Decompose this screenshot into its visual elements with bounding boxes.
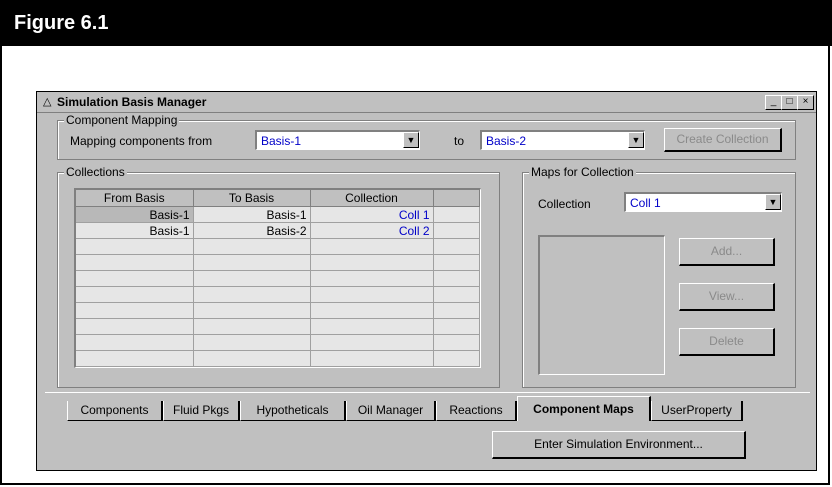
table-cell[interactable] xyxy=(433,270,480,287)
tab-userproperty[interactable]: UserProperty xyxy=(651,401,743,421)
tab-reactions[interactable]: Reactions xyxy=(436,401,517,421)
maps-listbox[interactable] xyxy=(538,235,665,375)
to-basis-cell[interactable]: Basis-1 xyxy=(193,206,311,223)
table-cell[interactable] xyxy=(310,254,434,271)
maps-group-label: Maps for Collection xyxy=(529,165,636,179)
table-cell[interactable] xyxy=(76,286,194,303)
table-cell[interactable] xyxy=(433,286,480,303)
collections-table[interactable]: From Basis To Basis Collection Basis-1 B… xyxy=(74,188,481,368)
table-cell[interactable] xyxy=(310,318,434,335)
table-row[interactable] xyxy=(76,350,480,367)
tab-component-maps[interactable]: Component Maps xyxy=(517,396,651,421)
table-row[interactable] xyxy=(76,318,480,335)
table-cell[interactable] xyxy=(193,238,311,255)
tab-oil-manager[interactable]: Oil Manager xyxy=(346,401,436,421)
maximize-button[interactable]: □ xyxy=(781,95,798,110)
table-cell[interactable] xyxy=(310,302,434,319)
table-cell[interactable] xyxy=(310,334,434,351)
table-cell[interactable] xyxy=(310,238,434,255)
from-basis-value: Basis-1 xyxy=(261,134,302,148)
add-button[interactable]: Add... xyxy=(679,238,775,266)
table-cell[interactable] xyxy=(76,334,194,351)
table-cell[interactable] xyxy=(76,302,194,319)
table-cell[interactable] xyxy=(433,254,480,271)
table-cell[interactable] xyxy=(433,302,480,319)
enter-simulation-environment-button[interactable]: Enter Simulation Environment... xyxy=(492,431,746,459)
from-basis-combo[interactable]: Basis-1 ▼ xyxy=(255,130,420,150)
table-cell[interactable] xyxy=(193,302,311,319)
table-cell[interactable] xyxy=(193,334,311,351)
view-button[interactable]: View... xyxy=(679,283,775,311)
table-cell[interactable] xyxy=(193,286,311,303)
figure-title: Figure 6.1 xyxy=(14,12,109,34)
column-header[interactable]: To Basis xyxy=(193,190,311,207)
table-row[interactable] xyxy=(76,254,480,271)
tab-hypotheticals[interactable]: Hypotheticals xyxy=(240,401,346,421)
window-titlebar[interactable]: △ Simulation Basis Manager _ □ × xyxy=(37,92,816,113)
table-row[interactable] xyxy=(76,334,480,351)
table-cell[interactable] xyxy=(193,350,311,367)
table-cell[interactable] xyxy=(310,286,434,303)
table-row[interactable] xyxy=(76,270,480,287)
window-app-icon: △ xyxy=(43,96,52,108)
collection-cell[interactable]: Coll 1 xyxy=(310,206,434,223)
table-cell[interactable] xyxy=(76,270,194,287)
window-title: Simulation Basis Manager xyxy=(57,95,207,109)
table-cell[interactable] xyxy=(193,318,311,335)
table-cell[interactable] xyxy=(433,318,480,335)
mapping-from-label: Mapping components from xyxy=(70,134,213,148)
collection-combo-value: Coll 1 xyxy=(630,196,661,210)
column-header[interactable]: Collection xyxy=(310,190,434,207)
minimize-button[interactable]: _ xyxy=(765,95,782,110)
table-cell[interactable] xyxy=(433,334,480,351)
collection-cell[interactable]: Coll 2 xyxy=(310,222,434,239)
table-cell[interactable] xyxy=(193,270,311,287)
column-header[interactable]: From Basis xyxy=(76,190,194,207)
table-cell[interactable] xyxy=(433,206,480,223)
collection-combo[interactable]: Coll 1 ▼ xyxy=(624,192,782,212)
table-cell[interactable] xyxy=(76,350,194,367)
to-basis-cell[interactable]: Basis-2 xyxy=(193,222,311,239)
table-cell[interactable] xyxy=(310,350,434,367)
table-row[interactable]: Basis-1 Basis-2 Coll 2 xyxy=(76,222,480,239)
create-collection-button[interactable]: Create Collection xyxy=(664,128,782,152)
simulation-basis-manager-window: △ Simulation Basis Manager _ □ × Compone… xyxy=(36,91,817,471)
table-row[interactable] xyxy=(76,286,480,303)
figure-header: Figure 6.1 xyxy=(0,0,832,46)
table-cell[interactable] xyxy=(433,222,480,239)
close-button[interactable]: × xyxy=(797,95,814,110)
chevron-down-icon[interactable]: ▼ xyxy=(403,132,419,148)
column-header[interactable] xyxy=(433,190,480,207)
to-basis-combo[interactable]: Basis-2 ▼ xyxy=(480,130,645,150)
table-row[interactable] xyxy=(76,238,480,255)
chevron-down-icon[interactable]: ▼ xyxy=(765,194,781,210)
component-mapping-group-label: Component Mapping xyxy=(64,113,180,127)
table-cell[interactable] xyxy=(433,350,480,367)
table-cell[interactable] xyxy=(76,318,194,335)
tabstrip-line xyxy=(45,392,810,393)
from-basis-cell[interactable]: Basis-1 xyxy=(76,206,194,223)
to-label: to xyxy=(454,134,465,148)
collections-group-label: Collections xyxy=(64,165,127,179)
delete-button[interactable]: Delete xyxy=(679,328,775,356)
collection-label: Collection xyxy=(538,197,591,211)
table-row[interactable]: Basis-1 Basis-1 Coll 1 xyxy=(76,206,480,223)
tab-components[interactable]: Components xyxy=(67,401,163,421)
table-cell[interactable] xyxy=(433,238,480,255)
to-basis-value: Basis-2 xyxy=(486,134,527,148)
table-row[interactable] xyxy=(76,302,480,319)
table-cell[interactable] xyxy=(193,254,311,271)
chevron-down-icon[interactable]: ▼ xyxy=(628,132,644,148)
table-cell[interactable] xyxy=(76,254,194,271)
table-cell[interactable] xyxy=(76,238,194,255)
tab-fluid-pkgs[interactable]: Fluid Pkgs xyxy=(163,401,240,421)
table-header-row: From Basis To Basis Collection xyxy=(76,190,480,207)
from-basis-cell[interactable]: Basis-1 xyxy=(76,222,194,239)
table-cell[interactable] xyxy=(310,270,434,287)
